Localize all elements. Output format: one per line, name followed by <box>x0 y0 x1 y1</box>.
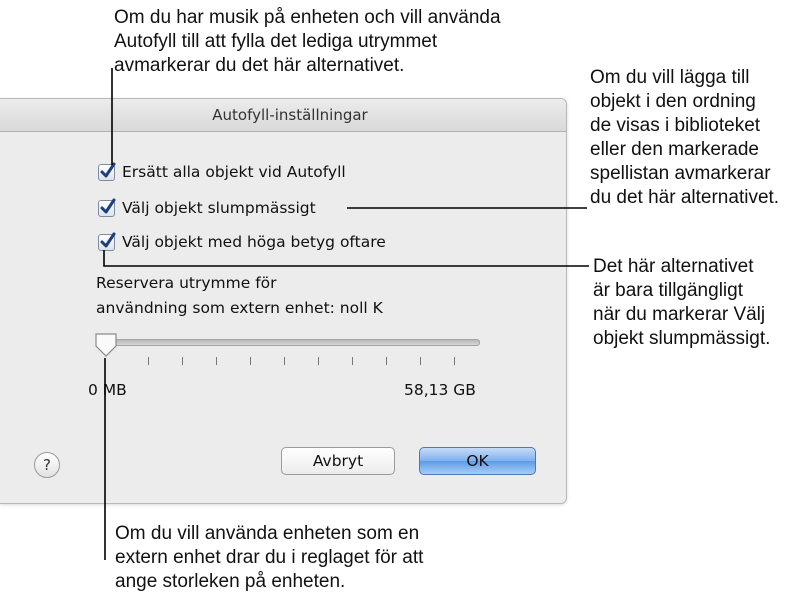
replace-all-checkbox[interactable] <box>98 162 116 181</box>
random-checkbox[interactable] <box>98 198 116 217</box>
slider-tick <box>386 357 387 365</box>
slider-tick <box>182 357 183 365</box>
slider-tick <box>216 357 217 365</box>
checkmark-icon <box>100 232 116 247</box>
option-high-rated[interactable]: Välj objekt med höga betyg oftare <box>98 231 386 253</box>
reserve-slider-thumb[interactable] <box>94 332 118 358</box>
option-random[interactable]: Välj objekt slumpmässigt <box>98 197 316 219</box>
callout-high-rating: Det här alternativet är bara tillgänglig… <box>593 256 771 349</box>
dialog-title: Autofyll-inställningar <box>212 106 368 124</box>
slider-tick <box>352 357 353 365</box>
callout-autofill-replace: Om du har musik på enheten och vill anvä… <box>114 7 501 76</box>
replace-all-label: Ersätt alla objekt vid Autofyll <box>122 163 346 181</box>
slider-tick <box>250 357 251 365</box>
slider-tick <box>318 357 319 365</box>
callout-random-order: Om du vill lägga till objekt i den ordni… <box>590 67 780 208</box>
reserve-line-1: Reservera utrymme för <box>96 274 277 292</box>
slider-max-label: 58,13 GB <box>404 381 476 399</box>
checkmark-icon <box>100 198 116 213</box>
high-rated-checkbox[interactable] <box>98 232 116 251</box>
help-button[interactable]: ? <box>34 452 60 478</box>
reserve-slider-track[interactable] <box>96 339 480 346</box>
slider-tick <box>454 357 455 365</box>
high-rated-label: Välj objekt med höga betyg oftare <box>122 233 386 251</box>
slider-min-label: 0 MB <box>88 381 127 399</box>
random-label: Välj objekt slumpmässigt <box>122 199 316 217</box>
reserve-line-2: användning som extern enhet: noll K <box>96 299 383 317</box>
slider-tick <box>148 357 149 365</box>
slider-tick <box>284 357 285 365</box>
reserve-space-text: Reservera utrymme för användning som ext… <box>96 271 383 321</box>
slider-tick <box>420 357 421 365</box>
dialog-titlebar: Autofyll-inställningar <box>0 99 566 132</box>
autofill-settings-dialog: Autofyll-inställningar Ersätt alla objek… <box>0 98 567 504</box>
callout-reserve-slider: Om du vill använda enheten som en extern… <box>115 523 424 592</box>
option-replace-all[interactable]: Ersätt alla objekt vid Autofyll <box>98 161 346 183</box>
ok-button[interactable]: OK <box>419 447 536 475</box>
cancel-button[interactable]: Avbryt <box>281 447 395 475</box>
checkmark-icon <box>100 162 116 177</box>
